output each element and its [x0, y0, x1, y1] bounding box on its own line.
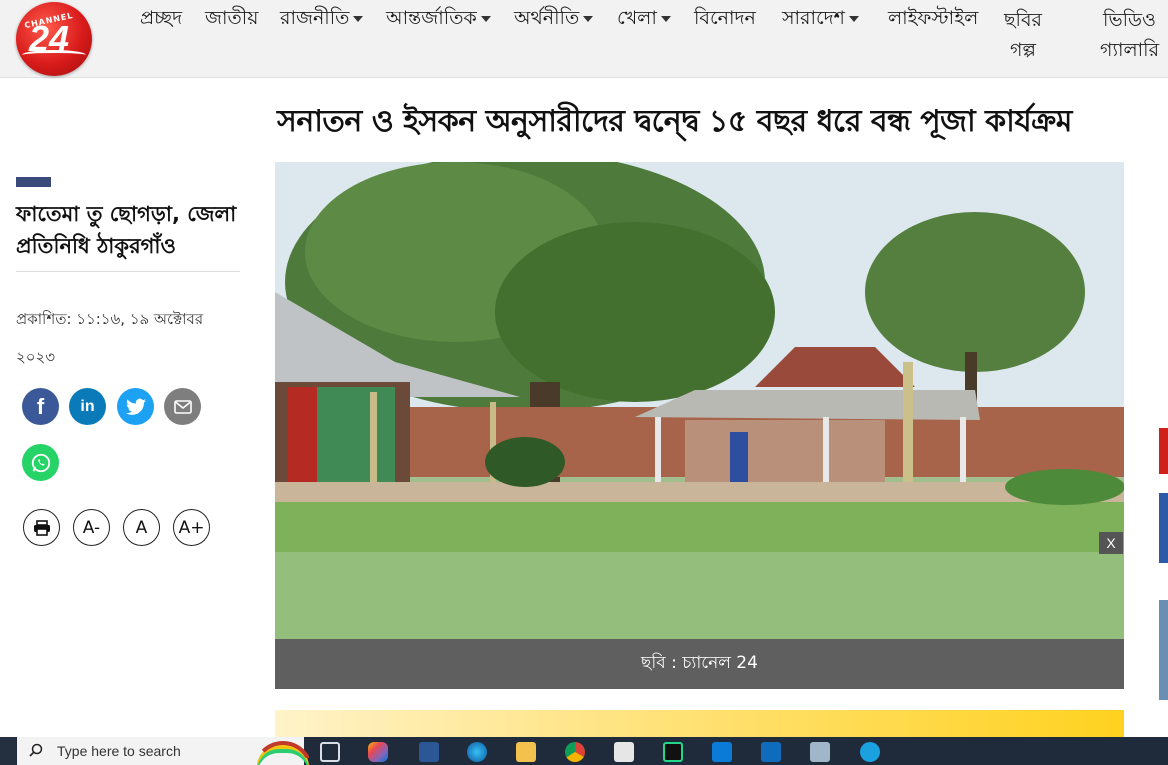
side-ad-strip[interactable]	[1159, 493, 1168, 563]
search-icon	[29, 743, 43, 757]
author-accent-bar	[16, 177, 51, 187]
side-ad-strip[interactable]	[1159, 600, 1168, 700]
facebook-share-button[interactable]: f	[22, 388, 59, 425]
linkedin-share-button[interactable]: in	[69, 388, 106, 425]
nav-label: লাইফস্টাইল	[888, 7, 979, 29]
chevron-down-icon	[660, 15, 671, 22]
nav-item-video-gallery[interactable]: ভিডিও গ্যালারি	[1100, 5, 1159, 65]
copilot-icon[interactable]	[368, 742, 388, 762]
outlook-icon[interactable]	[761, 742, 781, 762]
chevron-down-icon	[583, 15, 594, 22]
linkedin-icon: in	[80, 397, 95, 415]
print-button[interactable]	[23, 509, 60, 546]
nav-item-photo-story[interactable]: ছবির গল্প	[1004, 5, 1042, 65]
photo-caption: ছবি : চ্যানেল 24	[275, 639, 1124, 689]
whatsapp-icon	[31, 453, 50, 472]
author-name: ফাতেমা তু ছোগড়া, জেলা প্রতিনিধি ঠাকুরগা…	[16, 202, 237, 258]
chrome-browser-icon[interactable]	[565, 742, 585, 762]
twitter-icon	[125, 398, 146, 415]
nav-label: খেলা	[617, 7, 657, 29]
search-placeholder: Type here to search	[57, 743, 181, 759]
nav-label: সারাদেশ	[782, 7, 845, 29]
skype-icon[interactable]	[860, 742, 880, 762]
chevron-down-icon	[480, 15, 491, 22]
font-decrease-button[interactable]: A-	[73, 509, 110, 546]
nav-label: ভিডিও	[1103, 9, 1157, 31]
email-icon	[173, 399, 192, 414]
vscode-icon[interactable]	[712, 742, 732, 762]
site-header: CHANNEL 24 প্রচ্ছদ জাতীয় রাজনীতি আন্তর্…	[0, 0, 1168, 78]
nav-item-international[interactable]: আন্তর্জাতিক	[386, 5, 491, 31]
whatsapp-share-button[interactable]	[22, 444, 59, 481]
notes-app-icon[interactable]	[810, 742, 830, 762]
nav-label: আন্তর্জাতিক	[386, 7, 477, 29]
task-view-icon[interactable]	[320, 742, 340, 762]
article-headline: সনাতন ও ইসকন অনুসারীদের দ্বন্দ্বে ১৫ বছর…	[277, 104, 1072, 139]
font-normal-button[interactable]: A	[123, 509, 160, 546]
chevron-down-icon	[848, 15, 859, 22]
channel24-logo[interactable]: CHANNEL 24	[16, 2, 92, 76]
nav-item-politics[interactable]: রাজনীতি	[280, 5, 364, 31]
close-ad-button[interactable]: X	[1099, 532, 1123, 554]
s-app-icon[interactable]	[614, 742, 634, 762]
file-explorer-icon[interactable]	[516, 742, 536, 762]
nav-item-entertainment[interactable]: বিনোদন	[694, 5, 756, 31]
font-increase-button[interactable]: A+	[173, 509, 210, 546]
nav-label: অর্থনীতি	[514, 7, 580, 29]
chevron-down-icon	[353, 15, 364, 22]
nav-item-sports[interactable]: খেলা	[617, 5, 671, 31]
advertisement-banner[interactable]	[275, 710, 1124, 738]
nav-label: প্রচ্ছদ	[140, 7, 183, 29]
nav-label: জাতীয়	[205, 7, 259, 29]
nav-item-economy[interactable]: অর্থনীতি	[514, 5, 594, 31]
nav-item-countrywide[interactable]: সারাদেশ	[782, 5, 859, 31]
windows-taskbar: Type here to search	[0, 737, 1168, 765]
facebook-icon: f	[36, 393, 45, 419]
nav-item-lifestyle[interactable]: লাইফস্টাইল	[888, 5, 978, 31]
divider	[16, 271, 240, 272]
twitter-share-button[interactable]	[117, 388, 154, 425]
side-ad-strip[interactable]	[1159, 428, 1168, 474]
nav-item-national[interactable]: জাতীয়	[205, 5, 258, 31]
nav-label: ছবির	[1004, 9, 1042, 31]
taskbar-search-box[interactable]: Type here to search	[17, 737, 313, 765]
rainbow-icon	[253, 741, 313, 765]
photo-scene	[275, 162, 1124, 640]
pycharm-icon[interactable]	[663, 742, 683, 762]
nav-label: গল্প	[1009, 39, 1036, 61]
published-date: প্রকাশিত: ১১:১৬, ১৯ অক্টোবর ২০২৩	[16, 310, 204, 366]
nav-label: রাজনীতি	[280, 7, 350, 29]
edge-browser-icon[interactable]	[467, 742, 487, 762]
print-icon	[33, 519, 50, 536]
nav-label: বিনোদন	[694, 7, 756, 29]
ide-app-icon[interactable]	[419, 742, 439, 762]
start-button[interactable]	[0, 737, 16, 765]
logo-swoosh	[22, 50, 86, 60]
article-photo	[275, 162, 1124, 640]
nav-label: গ্যালারি	[1100, 39, 1160, 61]
email-share-button[interactable]	[164, 388, 201, 425]
nav-item-home[interactable]: প্রচ্ছদ	[140, 5, 182, 31]
